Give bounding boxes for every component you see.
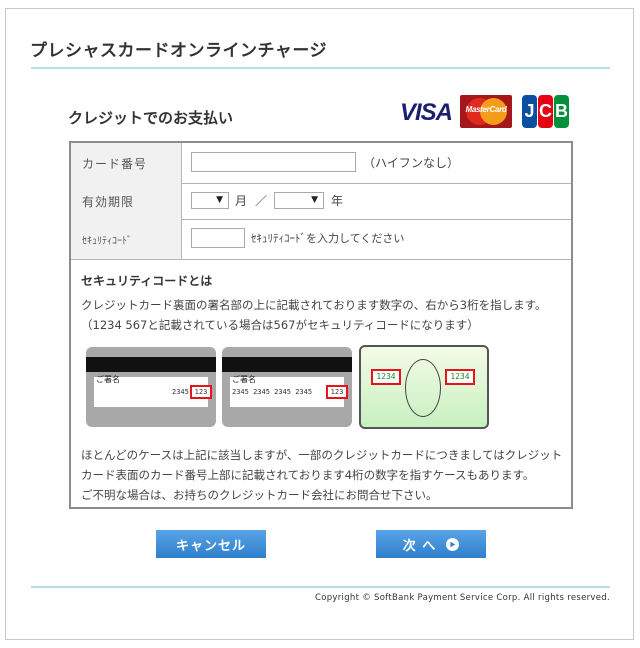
cancel-button-label: キャンセル — [175, 538, 246, 554]
mastercard-logo: MasterCard — [460, 95, 512, 128]
card-number-sample: 2345 — [172, 388, 189, 396]
visa-logo: VISA — [400, 99, 453, 126]
card-number-label: カード番号 — [71, 143, 182, 183]
payment-form: カード番号 （ハイフンなし） 有効期限 ▼ 月 ／ ▼ 年 ｾｷｭﾘﾃｨｺｰﾄﾞ… — [69, 141, 573, 509]
card-front-example: 1234 1234 — [359, 345, 489, 429]
security-code-note: ほとんどのケースは上記に該当しますが、一部のクレジットカードにつきましてはクレジ… — [81, 448, 563, 502]
security-code-description: クレジットカード裏面の署名部の上に記載されております数字の、右から3桁を指します… — [81, 298, 547, 332]
card-emblem — [405, 359, 441, 417]
year-unit: 年 — [331, 194, 344, 208]
security-code-info-title: セキュリティコードとは — [81, 274, 213, 288]
card-number-sample: 2345 2345 2345 2345 — [232, 388, 313, 396]
security-code-hint: ｾｷｭﾘﾃｨｺｰﾄﾞを入力してください — [251, 232, 405, 245]
expiry-year-select[interactable]: ▼ — [274, 192, 324, 209]
card-back-example-2: ご署名 2345 2345 2345 2345 123 — [222, 347, 352, 427]
security-code-highlight: 123 — [326, 385, 348, 399]
play-arrow-icon — [446, 537, 460, 551]
month-unit: 月 — [235, 194, 248, 208]
next-button[interactable]: 次 へ — [376, 530, 486, 558]
security-code-input[interactable] — [191, 228, 245, 248]
page-title: プレシャスカードオンラインチャージ — [30, 41, 327, 61]
security-code-highlight: 123 — [190, 385, 212, 399]
expiry-month-select[interactable]: ▼ — [191, 192, 229, 209]
next-button-label: 次 へ — [402, 538, 437, 554]
cancel-button[interactable]: キャンセル — [156, 530, 266, 558]
security-code-row: ｾｷｭﾘﾃｨｺｰﾄﾞ ｾｷｭﾘﾃｨｺｰﾄﾞを入力してください — [71, 219, 571, 260]
card-number-hint: （ハイフンなし） — [363, 156, 460, 170]
chevron-down-icon: ▼ — [216, 195, 223, 205]
signature-label: ご署名 — [232, 375, 256, 384]
security-code-label: ｾｷｭﾘﾃｨｺｰﾄﾞ — [71, 219, 182, 259]
signature-label: ご署名 — [96, 375, 120, 384]
security-code-highlight-left: 1234 — [371, 369, 401, 385]
section-title: クレジットでのお支払い — [68, 109, 234, 127]
header-divider — [31, 67, 610, 69]
card-back-example-1: ご署名 2345 123 — [86, 347, 216, 427]
security-code-highlight-right: 1234 — [445, 369, 475, 385]
footer-divider — [31, 586, 610, 588]
card-number-input[interactable] — [191, 152, 356, 172]
copyright-text: Copyright © SoftBank Payment Service Cor… — [314, 593, 610, 603]
chevron-down-icon: ▼ — [311, 195, 318, 205]
jcb-logo: J C B — [522, 95, 569, 128]
expiry-label: 有効期限 — [71, 183, 182, 219]
card-number-row: カード番号 （ハイフンなし） — [71, 143, 571, 184]
date-separator: ／ — [255, 194, 268, 208]
expiry-row: 有効期限 ▼ 月 ／ ▼ 年 — [71, 183, 571, 220]
